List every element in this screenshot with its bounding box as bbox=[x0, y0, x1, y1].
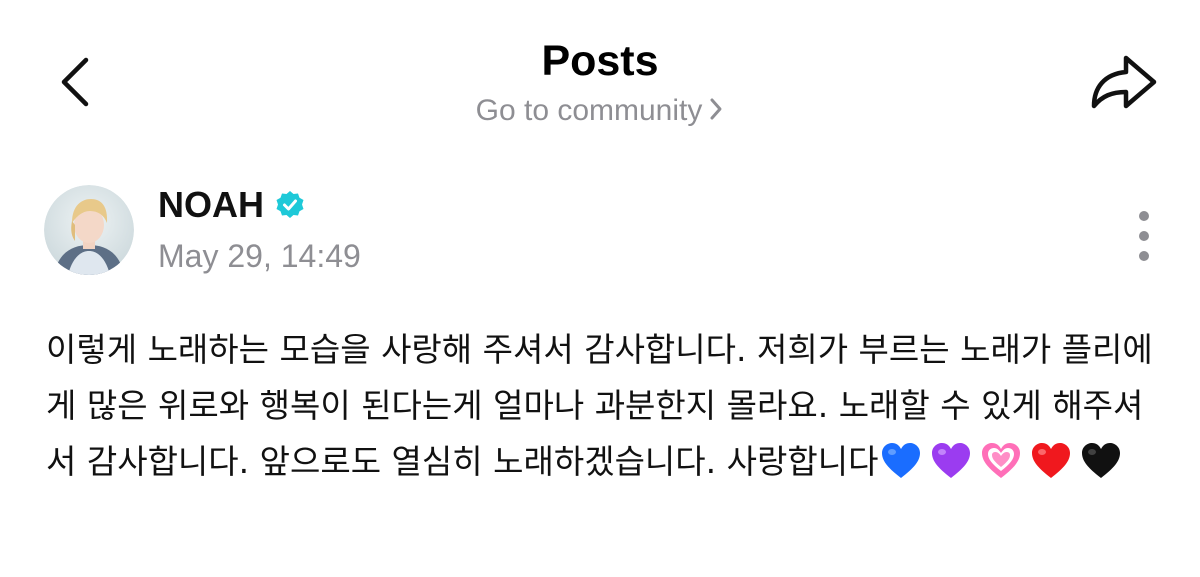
post-timestamp: May 29, 14:49 bbox=[158, 238, 361, 274]
more-options-button[interactable] bbox=[1128, 206, 1160, 270]
post-body: 이렇게 노래하는 모습을 사랑해 주셔서 감사합니다. 저희가 부르는 노래가 … bbox=[46, 322, 1156, 490]
share-button[interactable] bbox=[1082, 46, 1164, 118]
more-vertical-icon bbox=[1139, 211, 1149, 261]
blue-heart-icon bbox=[882, 443, 921, 478]
purple-heart-icon bbox=[932, 443, 971, 478]
author-name[interactable]: NOAH bbox=[158, 182, 264, 228]
community-link-label: Go to community bbox=[475, 94, 703, 127]
verified-badge-icon bbox=[276, 191, 304, 218]
red-heart-icon bbox=[1032, 443, 1071, 478]
go-to-community-link[interactable]: Go to community bbox=[0, 92, 1200, 132]
top-bar: Posts Go to community bbox=[0, 0, 1200, 150]
black-heart-icon bbox=[1082, 443, 1121, 478]
sparkling-pink-heart-icon bbox=[982, 443, 1021, 478]
avatar[interactable] bbox=[44, 185, 134, 275]
share-arrow-icon bbox=[1091, 55, 1157, 109]
chevron-right-icon bbox=[708, 94, 724, 132]
author-row: NOAH bbox=[158, 182, 306, 228]
page-title: Posts bbox=[541, 37, 659, 85]
